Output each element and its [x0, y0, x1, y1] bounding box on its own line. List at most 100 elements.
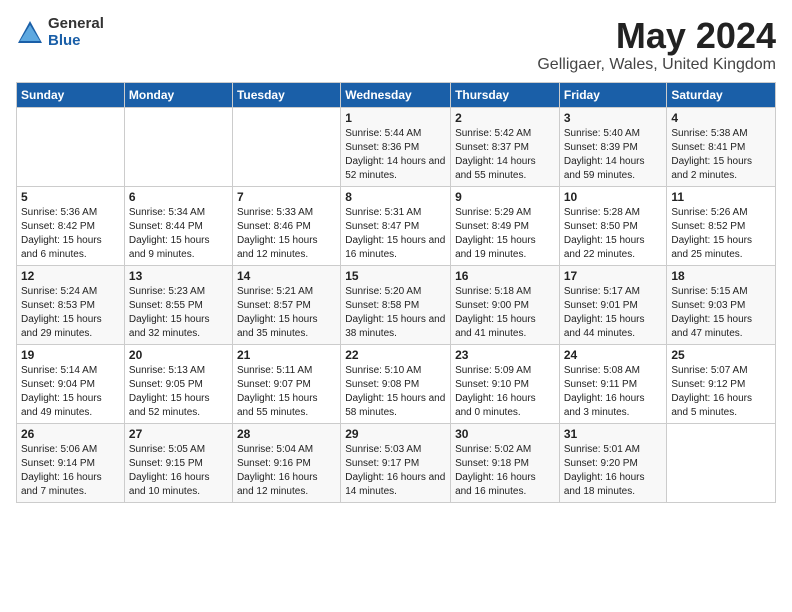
day-number: 16: [455, 269, 555, 283]
title-block: May 2024 Gelligaer, Wales, United Kingdo…: [537, 16, 776, 74]
day-info: Sunrise: 5:29 AMSunset: 8:49 PMDaylight:…: [455, 206, 555, 262]
day-info: Sunrise: 5:17 AMSunset: 9:01 PMDaylight:…: [564, 285, 663, 341]
logo-text: General Blue: [48, 16, 104, 49]
day-cell: 4Sunrise: 5:38 AMSunset: 8:41 PMDaylight…: [667, 107, 776, 186]
day-cell: [17, 107, 125, 186]
day-info: Sunrise: 5:09 AMSunset: 9:10 PMDaylight:…: [455, 364, 555, 420]
header-thursday: Thursday: [451, 82, 560, 107]
day-number: 25: [671, 348, 771, 362]
day-cell: 22 Sunrise: 5:10 AMSunset: 9:08 PMDayligh…: [341, 344, 451, 423]
day-number: 26: [21, 427, 120, 441]
week-row-1: 1 Sunrise: 5:44 AMSunset: 8:36 PMDaylight…: [17, 107, 776, 186]
day-number: 30: [455, 427, 555, 441]
day-cell: 23 Sunrise: 5:09 AMSunset: 9:10 PMDayligh…: [451, 344, 560, 423]
day-info: Sunrise: 5:07 AMSunset: 9:12 PMDaylight:…: [671, 364, 771, 420]
day-cell: 31 Sunrise: 5:01 AMSunset: 9:20 PMDayligh…: [559, 423, 667, 502]
day-info: Sunrise: 5:18 AMSunset: 9:00 PMDaylight:…: [455, 285, 555, 341]
logo-blue: Blue: [48, 33, 104, 50]
day-cell: [232, 107, 340, 186]
day-number: 23: [455, 348, 555, 362]
day-info: Sunrise: 5:14 AMSunset: 9:04 PMDaylight:…: [21, 364, 120, 420]
header-saturday: Saturday: [667, 82, 776, 107]
day-number: 22: [345, 348, 446, 362]
day-cell: 3 Sunrise: 5:40 AMSunset: 8:39 PMDaylight…: [559, 107, 667, 186]
day-number: 24: [564, 348, 663, 362]
day-info: Sunrise: 5:44 AMSunset: 8:36 PMDaylight:…: [345, 127, 446, 183]
week-row-4: 19Sunrise: 5:14 AMSunset: 9:04 PMDayligh…: [17, 344, 776, 423]
calendar-table: SundayMondayTuesdayWednesdayThursdayFrid…: [16, 82, 776, 503]
day-number: 28: [237, 427, 336, 441]
header-wednesday: Wednesday: [341, 82, 451, 107]
day-number: 2: [455, 111, 555, 125]
day-cell: 18 Sunrise: 5:15 AMSunset: 9:03 PMDayligh…: [667, 265, 776, 344]
day-number: 15: [345, 269, 446, 283]
day-number: 17: [564, 269, 663, 283]
day-number: 3: [564, 111, 663, 125]
day-cell: [124, 107, 232, 186]
day-info: Sunrise: 5:36 AMSunset: 8:42 PMDaylight:…: [21, 206, 120, 262]
day-info: Sunrise: 5:28 AMSunset: 8:50 PMDaylight:…: [564, 206, 663, 262]
calendar-subtitle: Gelligaer, Wales, United Kingdom: [537, 56, 776, 74]
day-cell: 14 Sunrise: 5:21 AMSunset: 8:57 PMDayligh…: [232, 265, 340, 344]
day-info: Sunrise: 5:34 AMSunset: 8:44 PMDaylight:…: [129, 206, 228, 262]
day-number: 12: [21, 269, 120, 283]
day-number: 1: [345, 111, 446, 125]
day-number: 6: [129, 190, 228, 204]
day-info: Sunrise: 5:10 AMSunset: 9:08 PMDaylight:…: [345, 364, 446, 420]
day-number: 27: [129, 427, 228, 441]
day-cell: 26 Sunrise: 5:06 AMSunset: 9:14 PMDayligh…: [17, 423, 125, 502]
day-number: 4: [671, 111, 771, 125]
header-monday: Monday: [124, 82, 232, 107]
day-number: 14: [237, 269, 336, 283]
day-info: Sunrise: 5:31 AMSunset: 8:47 PMDaylight:…: [345, 206, 446, 262]
day-cell: 10 Sunrise: 5:28 AMSunset: 8:50 PMDayligh…: [559, 186, 667, 265]
day-cell: 27 Sunrise: 5:05 AMSunset: 9:15 PMDayligh…: [124, 423, 232, 502]
day-cell: 25 Sunrise: 5:07 AMSunset: 9:12 PMDayligh…: [667, 344, 776, 423]
day-cell: [667, 423, 776, 502]
day-number: 20: [129, 348, 228, 362]
day-cell: 28 Sunrise: 5:04 AMSunset: 9:16 PMDayligh…: [232, 423, 340, 502]
page-header: General Blue May 2024 Gelligaer, Wales, …: [16, 16, 776, 74]
day-number: 31: [564, 427, 663, 441]
day-number: 29: [345, 427, 446, 441]
header-friday: Friday: [559, 82, 667, 107]
calendar-body: 1 Sunrise: 5:44 AMSunset: 8:36 PMDaylight…: [17, 107, 776, 502]
logo-icon: [16, 19, 44, 47]
day-cell: 17 Sunrise: 5:17 AMSunset: 9:01 PMDayligh…: [559, 265, 667, 344]
day-info: Sunrise: 5:15 AMSunset: 9:03 PMDaylight:…: [671, 285, 771, 341]
day-cell: 21Sunrise: 5:11 AMSunset: 9:07 PMDayligh…: [232, 344, 340, 423]
day-info: Sunrise: 5:06 AMSunset: 9:14 PMDaylight:…: [21, 443, 120, 499]
day-info: Sunrise: 5:20 AMSunset: 8:58 PMDaylight:…: [345, 285, 446, 341]
day-cell: 11 Sunrise: 5:26 AMSunset: 8:52 PMDayligh…: [667, 186, 776, 265]
week-row-2: 5Sunrise: 5:36 AMSunset: 8:42 PMDaylight…: [17, 186, 776, 265]
day-cell: 20Sunrise: 5:13 AMSunset: 9:05 PMDayligh…: [124, 344, 232, 423]
day-cell: 19Sunrise: 5:14 AMSunset: 9:04 PMDayligh…: [17, 344, 125, 423]
day-cell: 7 Sunrise: 5:33 AMSunset: 8:46 PMDaylight…: [232, 186, 340, 265]
day-info: Sunrise: 5:03 AMSunset: 9:17 PMDaylight:…: [345, 443, 446, 499]
logo: General Blue: [16, 16, 104, 49]
day-info: Sunrise: 5:05 AMSunset: 9:15 PMDaylight:…: [129, 443, 228, 499]
calendar-header: SundayMondayTuesdayWednesdayThursdayFrid…: [17, 82, 776, 107]
day-info: Sunrise: 5:24 AMSunset: 8:53 PMDaylight:…: [21, 285, 120, 341]
day-info: Sunrise: 5:42 AMSunset: 8:37 PMDaylight:…: [455, 127, 555, 183]
logo-general: General: [48, 16, 104, 33]
day-info: Sunrise: 5:01 AMSunset: 9:20 PMDaylight:…: [564, 443, 663, 499]
day-cell: 6 Sunrise: 5:34 AMSunset: 8:44 PMDaylight…: [124, 186, 232, 265]
day-info: Sunrise: 5:26 AMSunset: 8:52 PMDaylight:…: [671, 206, 771, 262]
day-number: 11: [671, 190, 771, 204]
day-info: Sunrise: 5:33 AMSunset: 8:46 PMDaylight:…: [237, 206, 336, 262]
day-number: 10: [564, 190, 663, 204]
header-tuesday: Tuesday: [232, 82, 340, 107]
day-info: Sunrise: 5:04 AMSunset: 9:16 PMDaylight:…: [237, 443, 336, 499]
day-cell: 8Sunrise: 5:31 AMSunset: 8:47 PMDaylight…: [341, 186, 451, 265]
day-info: Sunrise: 5:21 AMSunset: 8:57 PMDaylight:…: [237, 285, 336, 341]
week-row-3: 12 Sunrise: 5:24 AMSunset: 8:53 PMDayligh…: [17, 265, 776, 344]
day-number: 18: [671, 269, 771, 283]
day-cell: 12 Sunrise: 5:24 AMSunset: 8:53 PMDayligh…: [17, 265, 125, 344]
header-row: SundayMondayTuesdayWednesdayThursdayFrid…: [17, 82, 776, 107]
day-info: Sunrise: 5:02 AMSunset: 9:18 PMDaylight:…: [455, 443, 555, 499]
day-info: Sunrise: 5:40 AMSunset: 8:39 PMDaylight:…: [564, 127, 663, 183]
week-row-5: 26 Sunrise: 5:06 AMSunset: 9:14 PMDayligh…: [17, 423, 776, 502]
day-cell: 30 Sunrise: 5:02 AMSunset: 9:18 PMDayligh…: [451, 423, 560, 502]
day-number: 7: [237, 190, 336, 204]
